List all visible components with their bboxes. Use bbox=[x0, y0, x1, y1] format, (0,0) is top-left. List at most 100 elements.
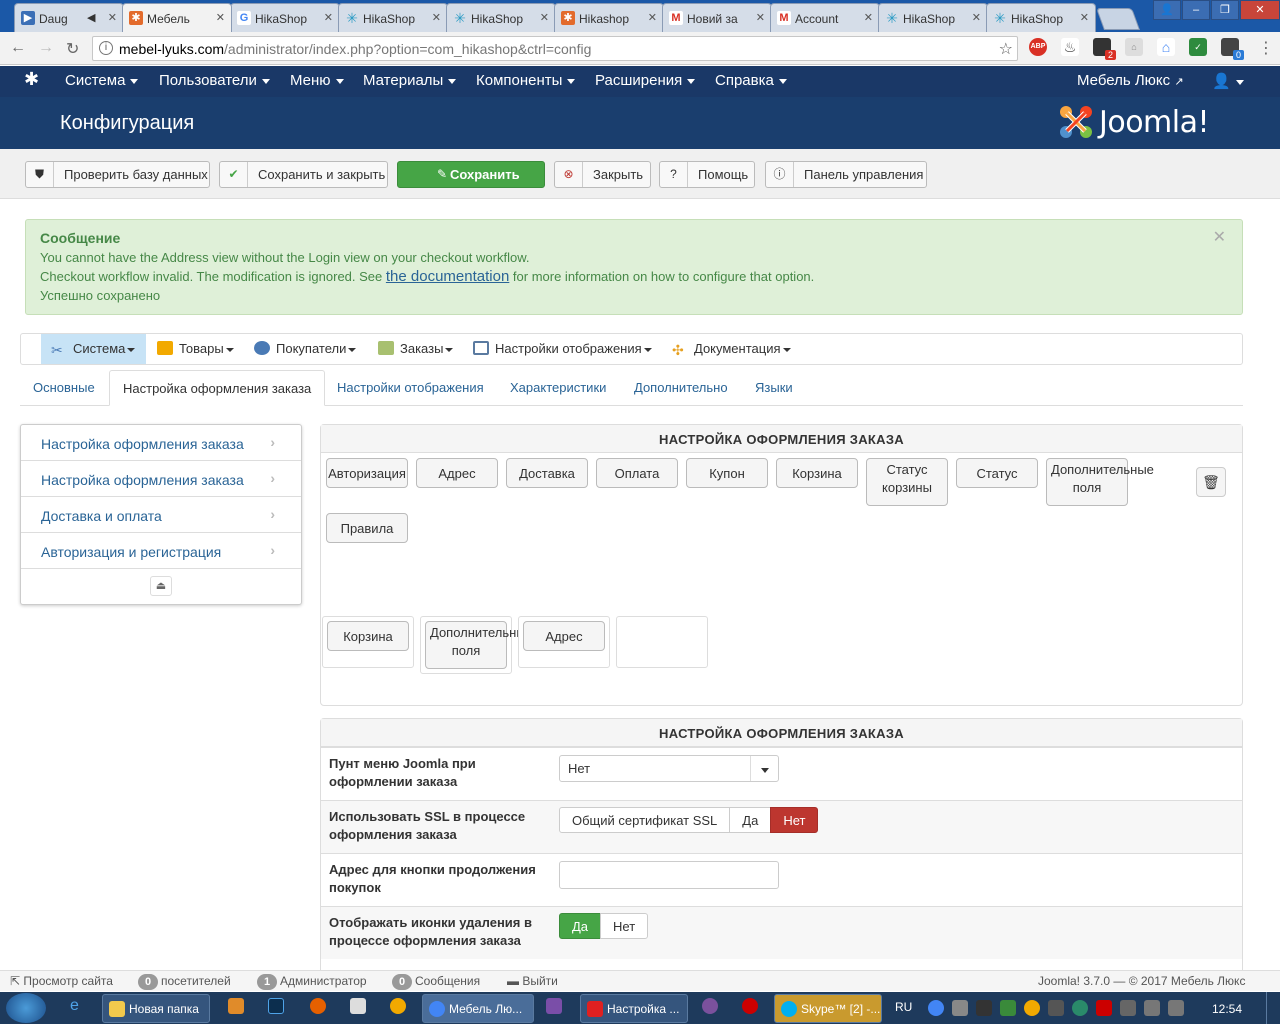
network-icon[interactable] bbox=[1144, 1000, 1160, 1016]
tray-icon[interactable] bbox=[1024, 1000, 1040, 1016]
section-nav-item[interactable]: Настройка оформления заказа › bbox=[21, 461, 301, 497]
adblock-icon[interactable]: ABP bbox=[1029, 38, 1047, 56]
hika-menu-system[interactable]: ✂ Система bbox=[41, 334, 146, 364]
firefox-icon[interactable] bbox=[310, 998, 326, 1014]
tab-advanced[interactable]: Дополнительно bbox=[621, 370, 741, 406]
back-icon[interactable]: ← bbox=[10, 39, 26, 57]
workflow-block-cart[interactable]: Корзина bbox=[776, 458, 858, 488]
browser-tab[interactable]: M Account ✕ bbox=[770, 3, 880, 32]
maximize-icon[interactable]: ❐ bbox=[1211, 0, 1239, 20]
minimize-icon[interactable]: – bbox=[1182, 0, 1210, 20]
flag-icon[interactable] bbox=[1120, 1000, 1136, 1016]
admins-counter[interactable]: 1 Администратор bbox=[257, 974, 367, 990]
close-icon[interactable]: ✕ bbox=[1213, 228, 1226, 247]
info-icon[interactable]: i bbox=[99, 41, 113, 55]
tab-main[interactable]: Основные bbox=[20, 370, 108, 406]
ssl-shared-option[interactable]: Общий сертификат SSL bbox=[559, 807, 731, 833]
workflow-block-fields[interactable]: Дополнительные поля bbox=[1046, 458, 1154, 506]
menu-item-select[interactable]: Нет bbox=[559, 755, 779, 782]
photoshop-icon[interactable] bbox=[268, 998, 284, 1014]
close-window-icon[interactable]: ✕ bbox=[1240, 0, 1280, 20]
tab-checkout[interactable]: Настройка оформления заказа bbox=[109, 370, 326, 406]
browser-tab[interactable]: M Новий за ✕ bbox=[662, 3, 772, 32]
step-block-address[interactable]: Адрес bbox=[523, 621, 605, 651]
browser-tab[interactable]: ▶ Daug ◀︎ ✕ bbox=[14, 3, 124, 32]
tray-icon[interactable] bbox=[952, 1000, 968, 1016]
close-tab-icon[interactable]: ✕ bbox=[1080, 11, 1089, 24]
close-tab-icon[interactable]: ✕ bbox=[432, 11, 441, 24]
taskbar-yandex[interactable]: Настройка ... bbox=[580, 994, 688, 1023]
workflow-block-shipping[interactable]: Доставка bbox=[506, 458, 588, 488]
ssl-no-option[interactable]: Нет bbox=[770, 807, 819, 833]
tray-icon[interactable] bbox=[1096, 1000, 1112, 1016]
start-button[interactable] bbox=[6, 993, 46, 1023]
close-tab-icon[interactable]: ✕ bbox=[216, 11, 225, 24]
menu-help[interactable]: Справка bbox=[715, 72, 787, 89]
delete-icons-yes-option[interactable]: Да bbox=[559, 913, 602, 939]
workflow-block-coupon[interactable]: Купон bbox=[686, 458, 768, 488]
help-button[interactable]: ? Помощь bbox=[659, 161, 755, 188]
forward-icon[interactable]: → bbox=[38, 39, 54, 57]
workflow-block-payment[interactable]: Оплата bbox=[596, 458, 678, 488]
home-icon[interactable]: ⌂ bbox=[1157, 38, 1175, 56]
menu-components[interactable]: Компоненты bbox=[476, 72, 576, 89]
section-nav-item[interactable]: Настройка оформления заказа › bbox=[21, 425, 301, 461]
browser-tab[interactable]: ✳ HikaShop ✕ bbox=[338, 3, 448, 32]
step-block-fields[interactable]: Дополнительные поля bbox=[425, 621, 533, 669]
taskbar-skype[interactable]: Skype™ [2] -... bbox=[774, 994, 882, 1023]
user-menu[interactable]: 👤 bbox=[1212, 72, 1244, 90]
close-tab-icon[interactable]: ✕ bbox=[108, 11, 117, 24]
close-tab-icon[interactable]: ✕ bbox=[864, 11, 873, 24]
pdf-icon[interactable]: ⌂ bbox=[1125, 38, 1143, 56]
hika-menu-display[interactable]: Настройки отображения bbox=[473, 334, 652, 364]
menu-menus[interactable]: Меню bbox=[290, 72, 344, 89]
new-tab-button[interactable] bbox=[1095, 8, 1141, 30]
browser-tab[interactable]: ✳ HikaShop ✕ bbox=[878, 3, 988, 32]
language-indicator[interactable]: RU bbox=[895, 1000, 912, 1014]
close-button[interactable]: ⊗ Закрыть bbox=[554, 161, 651, 188]
browser-tab[interactable]: G HikaShop ✕ bbox=[230, 3, 340, 32]
control-panel-button[interactable]: ⓘ Панель управления bbox=[765, 161, 927, 188]
continue-shopping-url-input[interactable] bbox=[559, 861, 779, 889]
trash-icon[interactable]: 🗑 bbox=[1196, 467, 1226, 497]
extension-icon[interactable]: ♨ bbox=[1061, 38, 1079, 56]
tab-display[interactable]: Настройки отображения bbox=[324, 370, 497, 406]
save-close-button[interactable]: ✔ Сохранить и закрыть bbox=[219, 161, 388, 188]
eject-icon[interactable]: ⏏ bbox=[150, 576, 172, 596]
reload-icon[interactable]: ↻ bbox=[66, 39, 79, 59]
close-tab-icon[interactable]: ✕ bbox=[972, 11, 981, 24]
url-input[interactable]: i mebel-lyuks.com/administrator/index.ph… bbox=[92, 36, 1018, 61]
hika-menu-orders[interactable]: Заказы bbox=[378, 334, 454, 364]
hika-menu-products[interactable]: Товары bbox=[157, 334, 234, 364]
browser-tab[interactable]: ✳ HikaShop ✕ bbox=[446, 3, 556, 32]
tray-icon[interactable] bbox=[1048, 1000, 1064, 1016]
close-tab-icon[interactable]: ✕ bbox=[540, 11, 549, 24]
ie-icon[interactable]: e bbox=[70, 997, 79, 1015]
menu-extensions[interactable]: Расширения bbox=[595, 72, 696, 89]
close-tab-icon[interactable]: ✕ bbox=[756, 11, 765, 24]
workflow-block-terms[interactable]: Правила bbox=[326, 513, 408, 543]
tab-languages[interactable]: Языки bbox=[742, 370, 806, 406]
step-block-cart[interactable]: Корзина bbox=[327, 621, 409, 651]
visual-studio-icon[interactable] bbox=[546, 998, 562, 1014]
mute-icon[interactable]: ◀︎ bbox=[87, 11, 95, 24]
taskbar-chrome[interactable]: Мебель Лю... bbox=[422, 994, 534, 1023]
user-icon[interactable]: 👤 bbox=[1153, 0, 1181, 20]
browser-tab-active[interactable]: ✱ Мебель ✕ bbox=[122, 3, 232, 32]
workflow-empty-slot[interactable] bbox=[616, 616, 708, 668]
ssl-yes-option[interactable]: Да bbox=[729, 807, 772, 833]
close-tab-icon[interactable]: ✕ bbox=[648, 11, 657, 24]
tray-icon[interactable] bbox=[1072, 1000, 1088, 1016]
workflow-block-cart-status[interactable]: Статус корзины bbox=[866, 458, 948, 506]
workflow-step-slot[interactable]: Корзина bbox=[322, 616, 414, 668]
browser-tab[interactable]: ✳ HikaShop ✕ bbox=[986, 3, 1096, 32]
volume-icon[interactable] bbox=[1168, 1000, 1184, 1016]
bookmark-star-icon[interactable]: ☆ bbox=[999, 39, 1013, 59]
visitors-counter[interactable]: 0 посетителей bbox=[138, 974, 231, 990]
browser-tab[interactable]: ✱ Hikashop ✕ bbox=[554, 3, 664, 32]
calculator-icon[interactable] bbox=[350, 998, 366, 1014]
section-nav-item[interactable]: Доставка и оплата › bbox=[21, 497, 301, 533]
menu-icon[interactable]: ⋮ bbox=[1258, 38, 1274, 58]
view-site-link[interactable]: ⇱ Просмотр сайта bbox=[10, 974, 113, 988]
check-database-button[interactable]: ⛊ Проверить базу данных bbox=[25, 161, 210, 188]
